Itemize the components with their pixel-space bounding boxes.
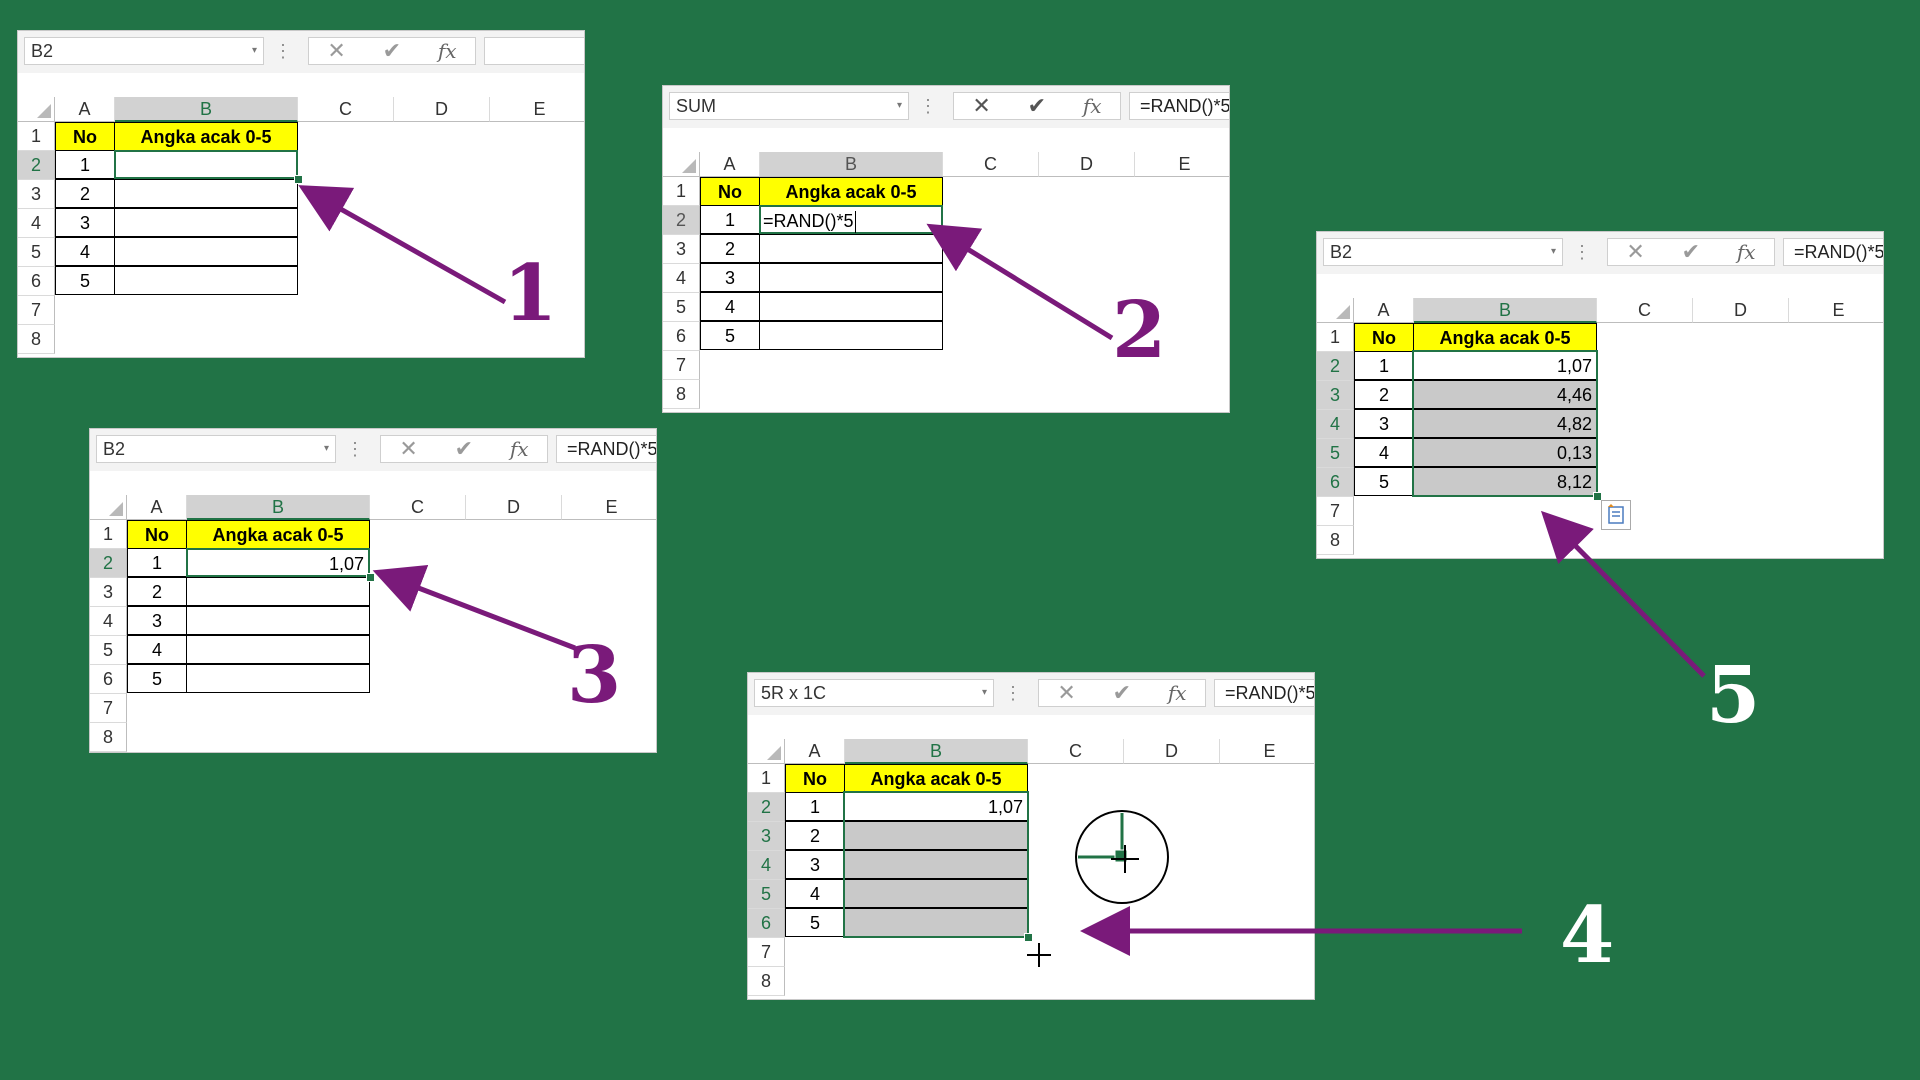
step-label-1: 1 — [503, 248, 558, 339]
arrow-step-3 — [372, 564, 576, 651]
step-label-2: 2 — [1112, 285, 1167, 376]
step-label-5: 5 — [1706, 650, 1761, 741]
arrow-step-1 — [298, 185, 507, 305]
step-label-3: 3 — [567, 630, 622, 721]
arrow-step-5 — [1540, 510, 1706, 678]
annotation-arrows — [298, 185, 1706, 956]
arrow-step-2 — [926, 223, 1114, 341]
step-label-4: 4 — [1560, 890, 1615, 981]
